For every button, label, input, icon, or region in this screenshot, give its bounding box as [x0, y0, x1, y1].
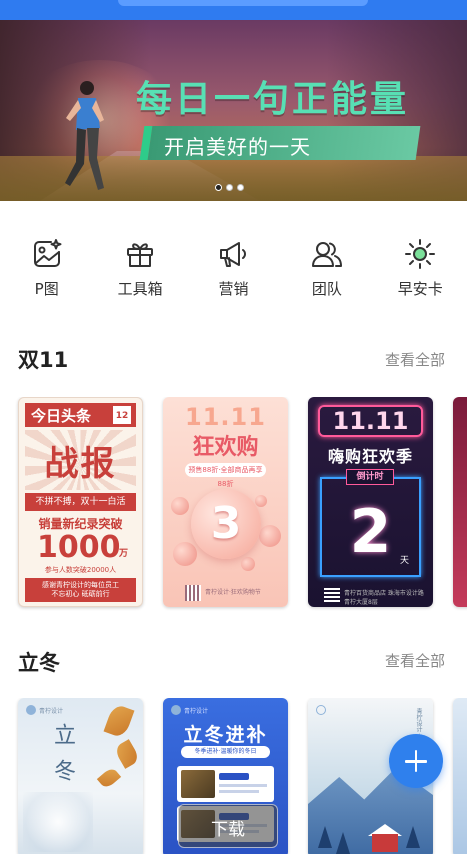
banner-subtitle: 开启美好的一天	[164, 135, 311, 159]
card-header-text: 今日头条	[31, 407, 92, 425]
card-footer-line: 不忘初心 砥砺前行	[51, 590, 110, 598]
date-badge: 12	[112, 405, 132, 425]
carousel-dot[interactable]	[226, 184, 233, 191]
card-number: 3	[210, 498, 242, 549]
brand-logo	[316, 705, 326, 715]
qr-code	[185, 585, 201, 601]
card-headline: 战报	[44, 444, 117, 484]
leaf-decor	[113, 739, 141, 769]
top-bar	[0, 0, 467, 20]
dish-image	[181, 770, 215, 798]
quick-action-label: 团队	[311, 280, 342, 298]
card-title: 嗨购狂欢季	[327, 447, 413, 466]
template-card[interactable]: 11.11 嗨购狂欢季 倒计时 2 天 青柠百货商品店 珠海市设计路青柠大厦8层	[308, 397, 433, 607]
card-brand: 青柠设计	[184, 708, 209, 715]
quick-action-p-image[interactable]: P图	[0, 238, 93, 308]
see-all-link[interactable]: 查看全部	[385, 650, 445, 671]
decor-ball	[171, 497, 189, 515]
quick-action-toolbox[interactable]: 工具箱	[93, 238, 186, 308]
card-title: 狂欢购	[192, 435, 259, 460]
card-header: 今日头条 12	[25, 403, 136, 427]
download-badge[interactable]: 下载	[178, 804, 278, 848]
template-card[interactable]	[453, 397, 467, 607]
template-card[interactable]	[453, 698, 467, 854]
tree-decor	[406, 826, 420, 848]
plus-icon	[414, 750, 418, 772]
quick-action-label: P图	[34, 280, 59, 298]
card-tag: 冬季进补·温暖你的冬日	[181, 746, 270, 758]
carousel-dot[interactable]	[215, 184, 222, 191]
card-brand: 青柠设计	[39, 708, 64, 715]
create-fab-button[interactable]	[389, 734, 443, 788]
top-pill	[118, 0, 368, 6]
decor-ball	[259, 525, 281, 547]
banner-title: 每日一句正能量	[136, 79, 410, 120]
card-unit: 天	[400, 556, 410, 566]
leaf-decor	[103, 703, 135, 739]
megaphone-icon	[220, 242, 247, 267]
card-footer: 青柠设计·狂欢购物节	[205, 589, 261, 596]
template-card[interactable]: 11.11 狂欢购 预售88折·全部商品再享88折 3 青柠设计·狂欢购物节	[163, 397, 288, 607]
card-number: 2	[349, 497, 392, 567]
quick-action-label: 营销	[218, 280, 249, 298]
card-note: 参与人数突破20000人	[44, 566, 117, 574]
text-bar	[219, 773, 249, 780]
frost-decor	[23, 792, 93, 852]
countdown-tag: 倒计时	[346, 469, 394, 485]
hero-banner[interactable]: 每日一句正能量 开启美好的一天	[0, 20, 467, 201]
house-decor	[372, 834, 398, 852]
template-card[interactable]: 青柠设计 立冬	[18, 698, 143, 854]
qr-code	[324, 586, 340, 602]
card-footer-line: 感谢青柠设计的每位员工	[42, 581, 119, 589]
quick-action-marketing[interactable]: 营销	[187, 238, 280, 308]
card-title: 立冬进补	[183, 724, 268, 746]
section-title-start-of-winter: 立冬	[18, 651, 60, 675]
card-unit: 万	[119, 549, 129, 559]
see-all-link[interactable]: 查看全部	[385, 349, 445, 370]
card-footer: 感谢青柠设计的每位员工 不忘初心 砥砺前行	[25, 578, 136, 602]
text-bar	[219, 784, 267, 787]
tree-decor	[336, 832, 350, 854]
card-vertical-title: 立冬	[50, 723, 75, 795]
runner-figure	[65, 81, 104, 190]
card-title-top: 11.11	[318, 405, 423, 437]
template-row-double11[interactable]: 今日头条 12 战报 不拼不搏，双十一白活 销量新纪录突破 1000 万 参与人…	[0, 397, 467, 611]
template-card[interactable]: 今日头条 12 战报 不拼不搏，双十一白活 销量新纪录突破 1000 万 参与人…	[18, 397, 143, 607]
download-label: 下载	[211, 820, 245, 840]
card-tag: 预售88折·全部商品再享88折	[185, 463, 266, 488]
card-footer: 青柠百货商品店 珠海市设计路青柠大厦8层	[344, 590, 424, 606]
recipe-box	[177, 766, 274, 802]
quick-action-morning-card[interactable]: 早安卡	[374, 238, 467, 308]
quick-actions: P图 工具箱 营销 团队 早安卡	[0, 238, 467, 308]
tree-decor	[318, 826, 332, 848]
card-slogan: 不拼不搏，双十一白活	[25, 493, 136, 511]
gift-box-icon	[127, 243, 154, 267]
card-title-top: 11.11	[185, 403, 266, 431]
carousel-indicator[interactable]	[215, 184, 244, 191]
brand-logo	[171, 705, 181, 715]
quick-action-label: 工具箱	[117, 280, 163, 298]
quick-action-label: 早安卡	[397, 280, 443, 298]
carousel-dot[interactable]	[237, 184, 244, 191]
brand-logo	[26, 705, 36, 715]
image-edit-icon	[33, 239, 62, 267]
sun-icon	[405, 239, 436, 269]
decor-ball	[241, 557, 255, 571]
team-icon	[311, 242, 342, 267]
leaf-decor	[96, 766, 122, 790]
quick-action-team[interactable]: 团队	[280, 238, 373, 308]
text-bar	[219, 790, 259, 793]
section-title-double11: 双11	[18, 348, 69, 372]
card-number: 1000	[37, 530, 121, 565]
